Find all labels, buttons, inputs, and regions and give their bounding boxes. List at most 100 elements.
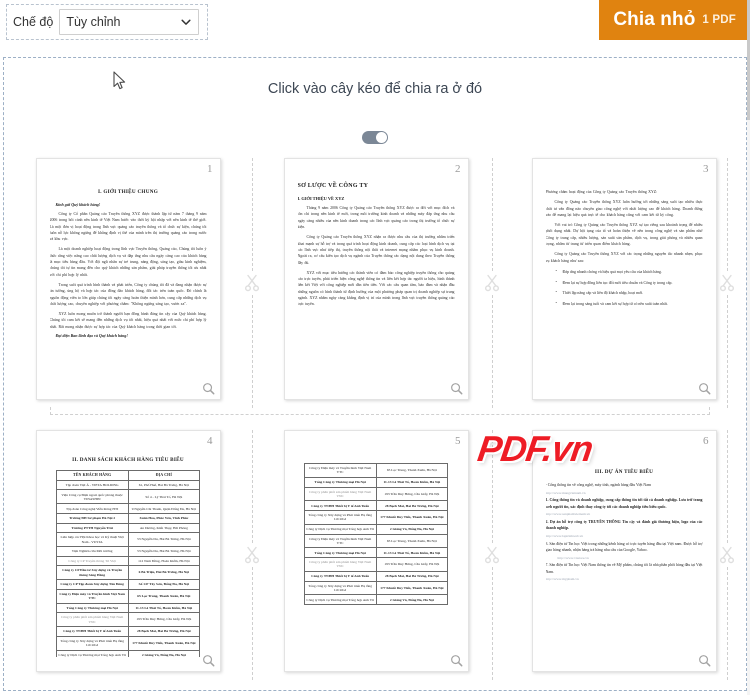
split-button[interactable]: Chia nhỏ 1 PDF bbox=[599, 0, 750, 40]
cell-name: Tổng Công ty Thương mại Hà Nội bbox=[55, 602, 129, 614]
mode-select-value: Tùy chỉnh bbox=[66, 15, 121, 29]
magnifier-icon[interactable] bbox=[698, 654, 711, 667]
mode-label: Chế độ bbox=[13, 15, 54, 29]
pages-drop-area: Click vào cây kéo để chia ra ở đó 1 I. G… bbox=[3, 57, 747, 691]
cell-name: Công ty TNHH Thiết bị Y tế Anh Tuấn bbox=[303, 500, 377, 511]
scissors-icon bbox=[484, 274, 500, 292]
cut-handle[interactable] bbox=[480, 158, 504, 408]
page-number: 1 bbox=[207, 163, 213, 175]
page-content: Công ty Điện máy và Truyền hình Việt Nam… bbox=[298, 447, 455, 657]
table-row: Công ty TNHH Thiết bị Y tế Anh Tuấn 28 Bạ… bbox=[303, 500, 449, 511]
doc-link: http://www.sanphamvietnam.vn bbox=[545, 512, 591, 517]
cell-name: Công ty CP Truyền thông Trí Việt bbox=[55, 555, 129, 567]
toolbar: Chế độ Tùy chỉnh Chia nhỏ 1 PDF bbox=[0, 0, 750, 48]
table-row: Tổng Công ty Thương mại Hà Nội 11-13 Lê T… bbox=[303, 476, 449, 488]
cut-handle[interactable] bbox=[715, 158, 739, 408]
split-button-label: Chia nhỏ bbox=[613, 9, 696, 30]
page-thumbnail[interactable]: 3 Phương châm hoạt động của Công ty Quản… bbox=[531, 158, 717, 400]
cell-address: 177 Khuất Duy Tiến, Thanh Xuân, Hà Nội bbox=[127, 635, 201, 651]
scissors-icon bbox=[484, 546, 500, 564]
page-thumbnail[interactable]: 5 Công ty Điện máy và Truyền hình Việt N… bbox=[283, 430, 469, 672]
table-row: Công ty Dịch vụ Thương mại Tổng hợp Anh … bbox=[303, 523, 449, 535]
scissors-icon bbox=[244, 546, 260, 564]
cell-name: Liên hiệp các Hội Khoa học và Kỹ thuật V… bbox=[55, 532, 129, 548]
cell-name: Công ty phân phối sản phẩm hàng Việt Nam… bbox=[55, 612, 129, 628]
table-row: Công ty CP Tập đoàn Xây dựng Tân Đông Số … bbox=[55, 579, 201, 590]
cell-name: Công ty phân phối sản phẩm hàng Việt Nam… bbox=[303, 486, 377, 502]
page-cell: 5 Công ty Điện máy và Truyền hình Việt N… bbox=[276, 430, 476, 680]
cell-name: Công ty Điện máy và Truyền hình Việt Nam… bbox=[55, 588, 129, 604]
doc-paragraph: Công ty Quảng cáo Truyền thông XYZ luôn … bbox=[545, 200, 703, 217]
table-row: Tổng Công ty Thương mại Hà Nội 11-13 Lê T… bbox=[55, 602, 201, 614]
cell-name: Tổng công ty Xây dựng và Phát triển Hạ t… bbox=[303, 580, 377, 596]
magnifier-icon[interactable] bbox=[698, 382, 711, 395]
scissors-icon bbox=[719, 546, 735, 564]
cut-handle[interactable] bbox=[715, 430, 739, 680]
cell-address: 9 Nguyễn Chí Thanh, Quận Đống Đa, Hà Nội bbox=[127, 503, 201, 514]
chevron-down-icon bbox=[180, 16, 192, 28]
cell-address: 193 Trần Duy Hưng, Cầu Giấy, Hà Nội bbox=[375, 486, 449, 502]
cell-address: 65 Lạc Trung, Thanh Xuân, Hà Nội bbox=[127, 588, 201, 604]
cell-name: Tổng Công ty Thương mại Hà Nội bbox=[303, 476, 377, 488]
doc-bullet-item: Đáp ứng nhanh chóng và hiệu quả mọi yêu … bbox=[556, 268, 703, 276]
magnifier-icon[interactable] bbox=[202, 382, 215, 395]
page-cell: 2 SƠ LƯỢC VỀ CÔNG TY I. GIỚI THIỆU VỀ XY… bbox=[276, 158, 476, 408]
table-row: Công ty phân phối sản phẩm hàng Việt Nam… bbox=[55, 612, 201, 628]
table-row: Tập đoàn Công nghệ Viễn thông HTI 9 Nguyễ… bbox=[55, 503, 201, 514]
cell-address: 6 Bà Triệu, Hai Bà Trưng, Hà Nội bbox=[127, 565, 201, 581]
cut-handle[interactable] bbox=[480, 430, 504, 680]
doc-bullet-item: Đem lại trong sáng tuổi và cam kết sự hợ… bbox=[556, 300, 703, 308]
cell-address: 177 Khuất Duy Tiến, Thanh Xuân, Hà Nội bbox=[375, 580, 449, 596]
table-column-header: ĐỊA CHỈ bbox=[127, 470, 201, 481]
scissors-icon bbox=[719, 274, 735, 292]
cell-name: Viện Công cụ Điện ngoài quốc phòng thuộc… bbox=[55, 489, 129, 505]
table-row: Công ty Điện máy và Truyền hình Việt Nam… bbox=[55, 588, 201, 604]
pages-row: 1 I. GIỚI THIỆU CHUNG Kính gửi Quý khách… bbox=[4, 158, 748, 430]
page-content: I. GIỚI THIỆU CHUNG Kính gửi Quý khách h… bbox=[50, 175, 207, 385]
cell-name: Tổng công ty Xây dựng và Phát triển Hạ t… bbox=[55, 635, 129, 651]
doc-paragraph: XYZ với mục tiêu hướng các thành viên có… bbox=[297, 270, 455, 307]
cell-address: 112 Nam Đồng, Hoàn Kiếm, Hà Nội bbox=[127, 555, 201, 567]
cut-handle[interactable] bbox=[240, 158, 264, 408]
cell-address: 65 Lạc Trung, Thanh Xuân, Hà Nội bbox=[375, 533, 449, 549]
doc-item: 1. Cổng thông tin và doanh nghiệp, cung … bbox=[545, 498, 703, 509]
cell-address: Xuân Hòa, Phúc Yên, Vĩnh Phúc bbox=[127, 513, 201, 524]
page-thumbnail[interactable]: 2 SƠ LƯỢC VỀ CÔNG TY I. GIỚI THIỆU VỀ XY… bbox=[283, 158, 469, 400]
cut-handle[interactable] bbox=[240, 430, 264, 680]
cell-address: 61, Phố Huế, Hai Bà Trưng, Hà Nội bbox=[127, 479, 201, 491]
table-row: Liên hiệp các Hội Khoa học và Kỹ thuật V… bbox=[55, 532, 201, 548]
toggle-knob bbox=[376, 132, 387, 143]
table-row: Viện Công cụ Điện ngoài quốc phòng thuộc… bbox=[55, 489, 201, 505]
cell-address: 11-13 Lê Thái Tổ, Hoàn Kiếm, Hà Nội bbox=[375, 547, 449, 558]
cell-address: 28 Bạch Mai, Hai Bà Trưng, Hà Nội bbox=[375, 500, 449, 511]
split-pdf-page: Chế độ Tùy chỉnh Chia nhỏ 1 PDF Click và… bbox=[0, 0, 750, 695]
doc-bullet-item: Thiết lập nâng cấp và liên độ khách nhập… bbox=[556, 289, 703, 297]
page-thumbnail[interactable]: 1 I. GIỚI THIỆU CHUNG Kính gửi Quý khách… bbox=[35, 158, 221, 400]
mode-select[interactable]: Tùy chỉnh bbox=[59, 9, 200, 35]
page-thumbnail[interactable]: 6 III. DỰ ÁN TIÊU BIỂU - Cổng thông tin … bbox=[531, 430, 717, 672]
magnifier-icon[interactable] bbox=[450, 654, 463, 667]
cell-name: Công ty phân phối sản phẩm hàng Việt Nam… bbox=[303, 557, 377, 572]
row-connector bbox=[50, 407, 710, 415]
table-row: Công ty Điện máy và Truyền hình Việt Nam… bbox=[303, 463, 449, 478]
table-header-row: TÊN KHÁCH HÀNG ĐỊA CHỈ bbox=[55, 470, 201, 481]
page-number: 2 bbox=[455, 163, 461, 175]
pages-row: 4 II. DANH SÁCH KHÁCH HÀNG TIÊU BIỂU TÊN… bbox=[4, 430, 748, 695]
split-button-count: 1 PDF bbox=[702, 14, 736, 26]
magnifier-icon[interactable] bbox=[450, 382, 463, 395]
table-body: Công ty Điện máy và Truyền hình Việt Nam… bbox=[303, 463, 449, 605]
page-thumbnail[interactable]: 4 II. DANH SÁCH KHÁCH HÀNG TIÊU BIỂU TÊN… bbox=[35, 430, 221, 672]
doc-bullet-item: Đem lại sự hợp đồng liên tục đổi mới tiê… bbox=[556, 279, 703, 287]
table-row: Tổng công ty Xây dựng và Phát triển Hạ t… bbox=[303, 510, 449, 525]
doc-paragraph: Công ty Cổ phần Quảng cáo Truyền thông X… bbox=[49, 211, 207, 242]
page-number: 5 bbox=[455, 435, 461, 447]
cell-address: 65 Lạc Trung, Thanh Xuân, Hà Nội bbox=[375, 463, 449, 478]
cell-name: Công ty TNHH Thiết bị Y tế Anh Tuấn bbox=[303, 570, 377, 582]
cell-address: Số 4 - Lý Thái Tổ, Hà Nội bbox=[127, 489, 201, 505]
magnifier-icon[interactable] bbox=[202, 654, 215, 667]
doc-title: II. DANH SÁCH KHÁCH HÀNG TIÊU BIỂU bbox=[72, 457, 184, 463]
table-row: Công ty Điện máy và Truyền hình Việt Nam… bbox=[303, 533, 449, 549]
cell-address: Số 147 Tây Sơn, Đống Đa, Hà Nội bbox=[127, 579, 201, 590]
doc-paragraph: Công ty Quảng cáo Truyền thông XYZ với c… bbox=[545, 252, 703, 263]
split-all-toggle[interactable] bbox=[362, 131, 388, 144]
